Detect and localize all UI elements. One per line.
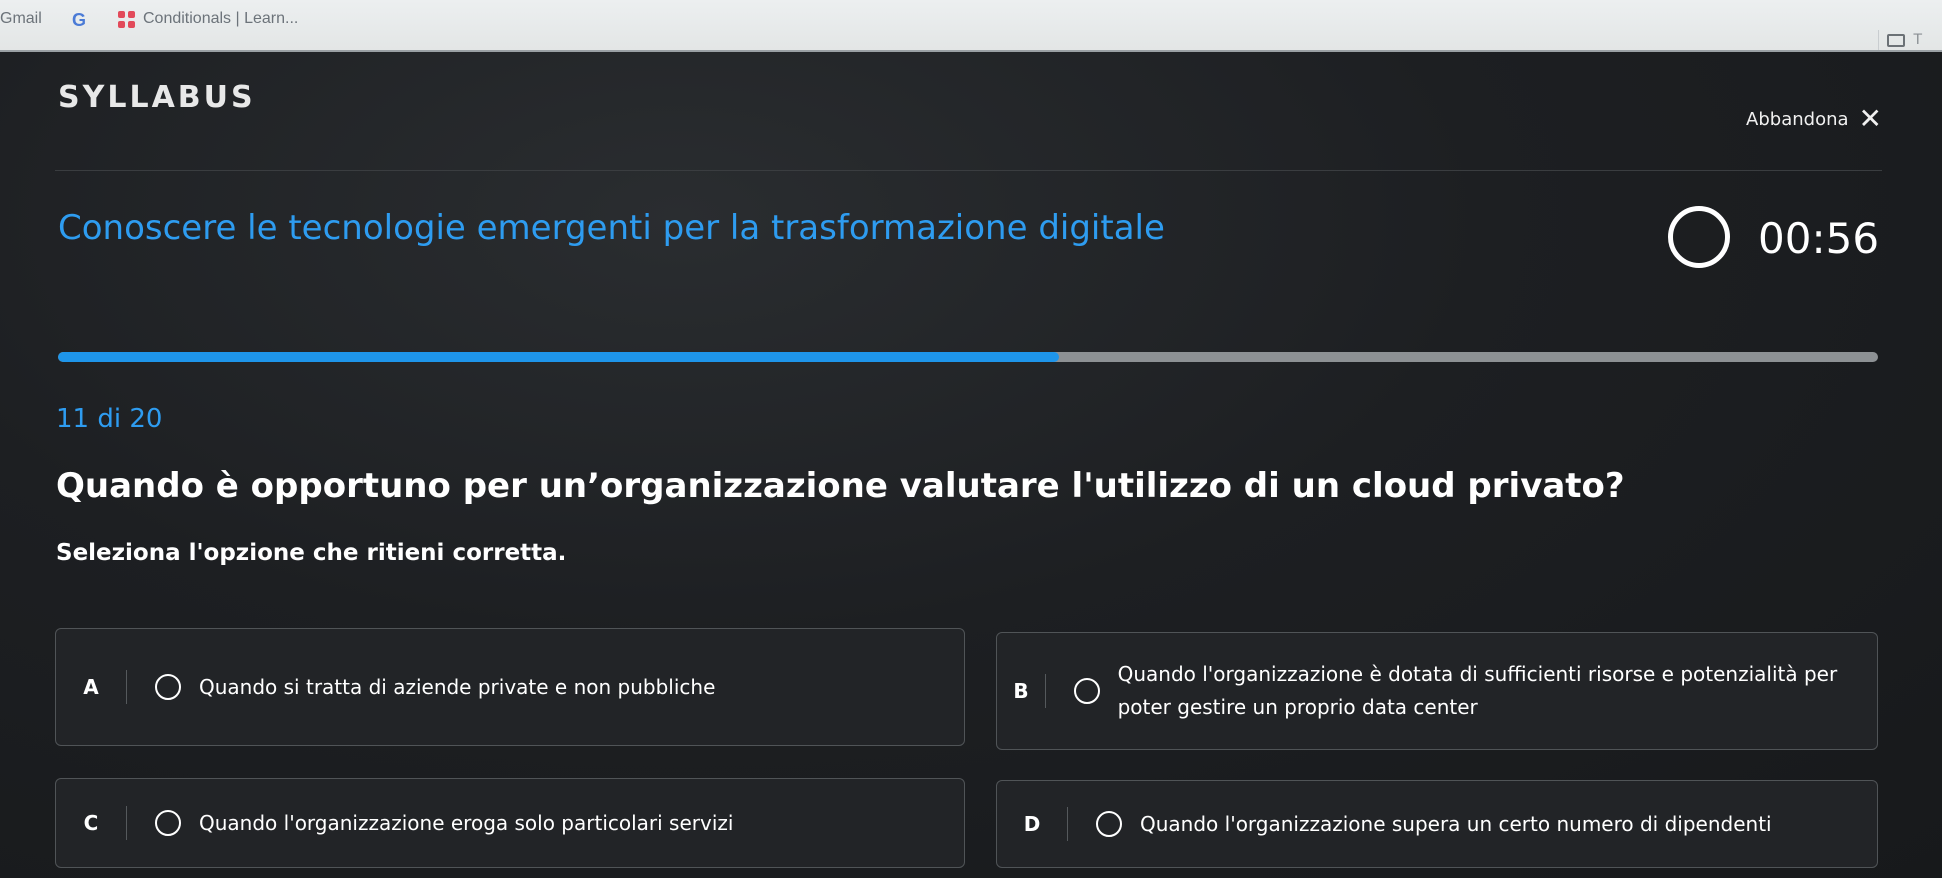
abandon-button[interactable]: Abbandona ✕ <box>1746 102 1882 135</box>
radio-button-icon[interactable] <box>1073 678 1100 704</box>
question-instruction: Seleziona l'opzione che ritieni corretta… <box>56 540 567 566</box>
google-icon[interactable]: G <box>72 10 86 31</box>
option-text: Quando l'organizzazione è dotata di suff… <box>1117 662 1838 719</box>
radio-button-icon[interactable] <box>155 674 181 700</box>
divider <box>1878 30 1880 50</box>
bookmarks-right: T <box>1878 30 1922 50</box>
bookmark-gmail-label: Gmail <box>0 10 42 27</box>
timer-value: 00:56 <box>1758 214 1880 263</box>
radio-button-icon[interactable] <box>1096 811 1122 837</box>
course-title: Conoscere le tecnologie emergenti per la… <box>58 208 1165 248</box>
question-counter: 11 di 20 <box>56 404 163 434</box>
bookmark-gmail[interactable]: Gmail <box>0 10 42 28</box>
option-letter: B <box>1013 679 1029 703</box>
progress-bar <box>58 352 1878 362</box>
option-letter: A <box>83 675 99 699</box>
radio-button-icon[interactable] <box>155 810 181 836</box>
option-text: Quando si tratta di aziende private e no… <box>199 674 716 699</box>
option-text: Quando l'organizzazione eroga solo parti… <box>199 810 734 835</box>
answer-option-d[interactable]: D Quando l'organizzazione supera un cert… <box>996 780 1878 868</box>
header-divider <box>55 170 1882 171</box>
bookmarks-bar: Gmail G Conditionals | Learn... T <box>0 0 1942 52</box>
option-divider <box>126 670 127 704</box>
timer-ring-icon <box>1668 206 1730 268</box>
quiz-app: SYLLABUS Abbandona ✕ Conoscere le tecnol… <box>0 52 1942 878</box>
question-text: Quando è opportuno per un’organizzazione… <box>56 466 1625 506</box>
abandon-label: Abbandona <box>1746 108 1849 130</box>
option-letter: C <box>83 811 99 835</box>
answer-option-b[interactable]: B Quando l'organizzazione è dotata di su… <box>996 632 1878 750</box>
option-divider <box>126 806 127 840</box>
app-grid-icon <box>118 10 135 28</box>
syllabus-logo: SYLLABUS <box>58 80 256 115</box>
progress-bar-fill <box>58 352 1059 362</box>
option-letter: D <box>1023 812 1041 836</box>
answer-option-a[interactable]: A Quando si tratta di aziende private e … <box>55 628 965 746</box>
option-divider <box>1067 807 1068 841</box>
bookmark-conditionals[interactable]: Conditionals | Learn... <box>118 10 298 28</box>
bookmark-conditionals-label: Conditionals | Learn... <box>143 10 299 27</box>
answer-option-c[interactable]: C Quando l'organizzazione eroga solo par… <box>55 778 965 868</box>
option-text: Quando l'organizzazione supera un certo … <box>1140 811 1772 836</box>
folder-icon[interactable] <box>1887 33 1906 47</box>
option-divider <box>1044 674 1046 708</box>
bookmark-other-label[interactable]: T <box>1913 32 1922 48</box>
close-icon: ✕ <box>1858 102 1882 135</box>
